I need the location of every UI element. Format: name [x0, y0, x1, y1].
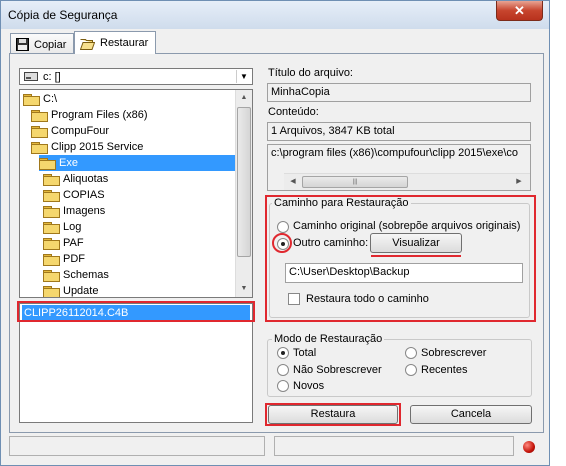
status-panel-left: [9, 436, 265, 456]
highlight-restore-button: [265, 403, 401, 426]
mode-recent-label: Recentes: [421, 364, 468, 376]
tree-item-label: C:\: [43, 93, 58, 105]
tree-item-label: PDF: [63, 253, 85, 265]
mode-new-label: Novos: [293, 380, 325, 392]
tree-item-imagens[interactable]: Imagens: [43, 203, 105, 219]
scroll-right-arrow-icon[interactable]: ▶: [512, 174, 526, 190]
content-path-text: c:\program files (x86)\compufour\clipp 2…: [271, 147, 519, 159]
folder-icon: [43, 189, 60, 202]
chevron-down-icon[interactable]: ▼: [236, 70, 251, 83]
tree-item-compufour[interactable]: CompuFour: [31, 123, 109, 139]
scrollbar-thumb[interactable]: [237, 107, 251, 257]
tree-item-aliquotas[interactable]: Aliquotas: [43, 171, 108, 187]
folder-icon: [43, 269, 60, 282]
restore-all-checkbox[interactable]: [288, 293, 300, 305]
tree-item-label: Exe: [59, 157, 78, 169]
dialog-window: Cópia de Segurança ✕ Copiar Restaurar c:…: [0, 0, 550, 466]
radio-mode-recent[interactable]: [405, 364, 417, 376]
open-folder-icon: [31, 125, 48, 138]
content-field: 1 Arquivos, 3847 KB total: [267, 122, 531, 141]
folder-icon: [43, 237, 60, 250]
tree-item-label: Clipp 2015 Service: [51, 141, 144, 153]
content-path-box[interactable]: c:\program files (x86)\compufour\clipp 2…: [267, 144, 531, 191]
tree-item-pdf[interactable]: PDF: [43, 251, 85, 267]
tree-item-c[interactable]: C:\: [23, 91, 57, 107]
radio-mode-new[interactable]: [277, 380, 289, 392]
hard-drive-icon: [24, 72, 38, 81]
radio-original-path[interactable]: [277, 221, 289, 233]
tree-item-update[interactable]: Update: [43, 283, 99, 297]
scroll-down-arrow-icon[interactable]: ▼: [236, 281, 252, 297]
folder-icon: [43, 253, 60, 266]
view-button[interactable]: Visualizar: [370, 233, 462, 253]
scroll-left-arrow-icon[interactable]: ◀: [286, 174, 300, 190]
scroll-up-arrow-icon[interactable]: ▲: [236, 90, 252, 106]
other-path-input[interactable]: C:\User\Desktop\Backup: [285, 263, 523, 283]
tree-item-label: Schemas: [63, 269, 109, 281]
folder-icon: [43, 205, 60, 218]
tree-item-program-files[interactable]: Program Files (x86): [31, 107, 148, 123]
tree-scrollbar[interactable]: ▲ ▼: [235, 90, 252, 297]
restore-mode-legend: Modo de Restauração: [272, 333, 385, 345]
title-bar[interactable]: Cópia de Segurança ✕: [1, 1, 549, 29]
open-folder-icon: [39, 157, 56, 170]
tree-item-label: Program Files (x86): [51, 109, 148, 121]
file-title-field: MinhaCopia: [267, 83, 531, 102]
restore-all-label: Restaura todo o caminho: [306, 293, 429, 305]
tree-item-label: Imagens: [63, 205, 106, 217]
tab-restaurar-label: Restaurar: [100, 37, 149, 49]
tree-item-label: PAF: [63, 237, 84, 249]
tree-item-label: Aliquotas: [63, 173, 109, 185]
drive-select[interactable]: c: [] ▼: [19, 68, 253, 85]
folder-icon: [43, 221, 60, 234]
content-label: Conteúdo:: [268, 106, 319, 118]
folder-icon: [43, 173, 60, 186]
highlight-underline: [371, 255, 461, 257]
other-path-label: Outro caminho:: [293, 237, 369, 249]
tree-item-label: COPIAS: [63, 189, 105, 201]
radio-mode-no-overwrite[interactable]: [277, 364, 289, 376]
mode-no-overwrite-label: Não Sobrescrever: [293, 364, 382, 376]
open-folder-icon: [80, 38, 95, 50]
highlight-radio-circle: [272, 233, 292, 253]
open-folder-icon: [23, 93, 40, 106]
highlight-file-box: [17, 301, 255, 322]
cancel-button[interactable]: Cancela: [410, 405, 532, 424]
path-horizontal-scrollbar[interactable]: ◀ ||| ▶: [284, 173, 530, 190]
file-title-label: Título do arquivo:: [268, 67, 353, 79]
tab-copiar-label: Copiar: [34, 38, 67, 51]
tree-item-copias[interactable]: COPIAS: [43, 187, 105, 203]
folder-icon: [43, 285, 60, 297]
tree-item-log[interactable]: Log: [43, 219, 81, 235]
open-folder-icon: [31, 141, 48, 154]
close-button[interactable]: ✕: [496, 1, 543, 21]
floppy-disk-icon: [16, 38, 29, 51]
radio-mode-total[interactable]: [277, 347, 289, 359]
tree-item-schemas[interactable]: Schemas: [43, 267, 109, 283]
tree-item-label: Log: [63, 221, 82, 233]
radio-mode-overwrite[interactable]: [405, 347, 417, 359]
tab-restaurar[interactable]: Restaurar: [74, 31, 156, 54]
tree-item-exe[interactable]: Exe: [39, 155, 235, 171]
mode-total-label: Total: [293, 347, 317, 359]
tree-item-label: Update: [63, 285, 99, 297]
status-panel-right: [274, 436, 514, 456]
drive-value: c: []: [43, 70, 61, 83]
scrollbar-thumb[interactable]: |||: [302, 176, 408, 188]
window-title: Cópia de Segurança: [8, 8, 118, 22]
tree-item-paf[interactable]: PAF: [43, 235, 84, 251]
tree-item-clipp[interactable]: Clipp 2015 Service: [31, 139, 143, 155]
mode-overwrite-label: Sobrescrever: [421, 347, 487, 359]
folder-tree[interactable]: C:\ Program Files (x86) CompuFour Clipp …: [19, 89, 253, 298]
open-folder-icon: [31, 109, 48, 122]
tree-item-label: CompuFour: [51, 125, 110, 137]
tab-copiar[interactable]: Copiar: [10, 33, 74, 55]
original-path-label: Caminho original (sobrepõe arquivos orig…: [293, 220, 521, 232]
status-led-icon: [523, 441, 535, 453]
